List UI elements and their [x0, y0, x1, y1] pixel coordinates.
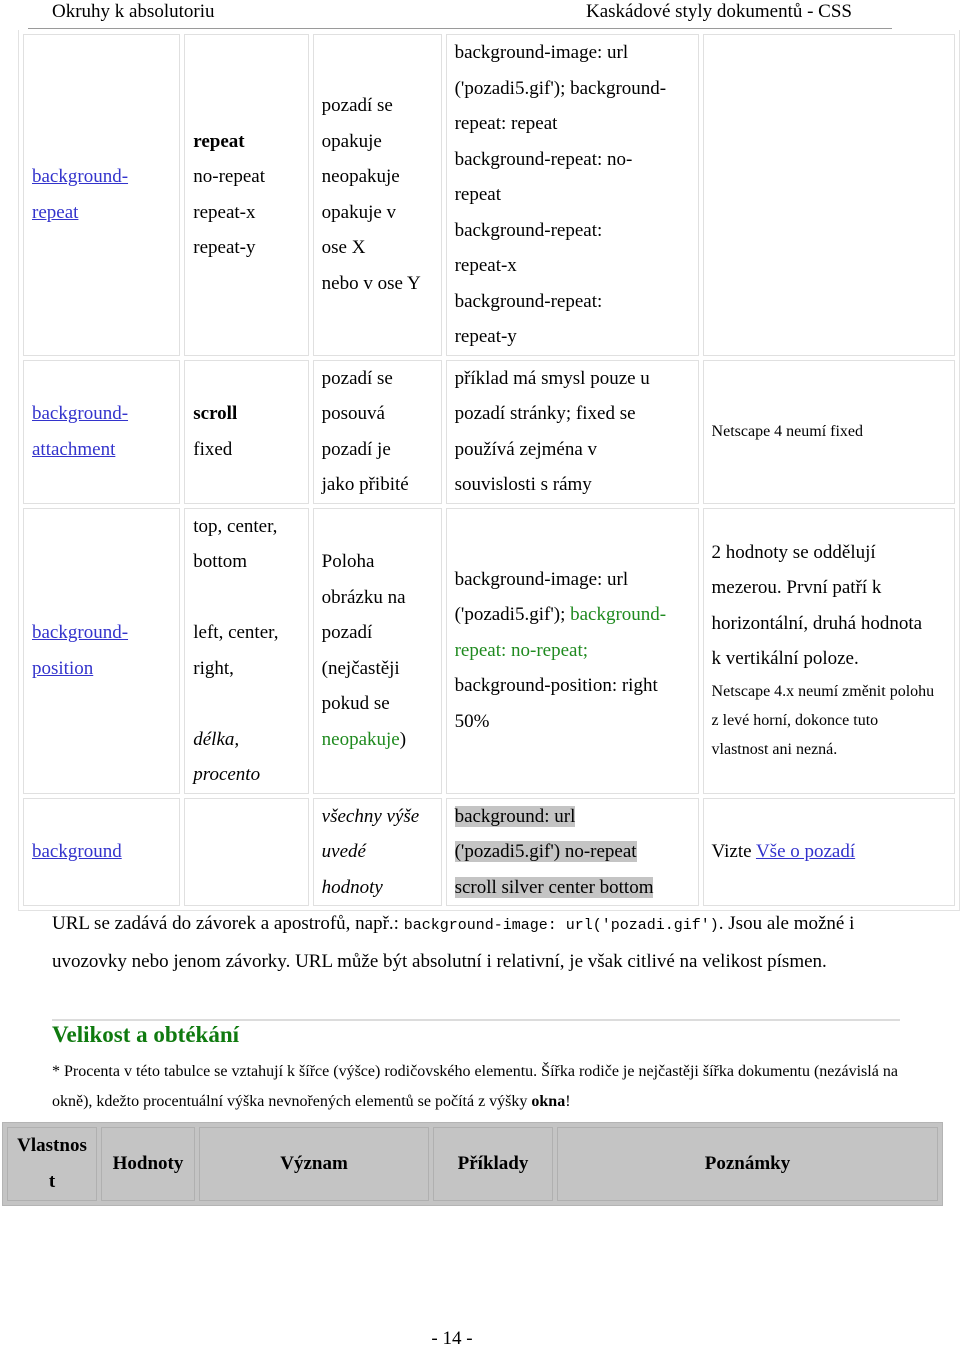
example-cell: background-image: url ('pozadi5.gif'); b…	[445, 507, 699, 794]
column-header: Příklady	[433, 1127, 553, 1201]
property-link-background[interactable]: background	[32, 841, 122, 862]
meaning-cell: pozadí se posouvá pozadí je jako přibité	[312, 359, 442, 504]
url-paragraph: URL se zadává do závorek a apostrofů, na…	[52, 913, 855, 972]
property-cell: background-attachment	[23, 359, 181, 504]
property-cell: background-position	[23, 507, 181, 794]
next-table-header: Vlastnos t Hodnoty Význam Příklady Poznám…	[2, 1122, 943, 1206]
link-vse-o-pozadi[interactable]: Vše o pozadí	[756, 841, 855, 862]
percentage-note: * Procenta v této tabulce se vztahují k …	[52, 1063, 898, 1110]
section-heading: Velikost a obtékání	[52, 1022, 240, 1047]
values-cell	[184, 797, 309, 906]
meaning-cell: všechny výše uvedé hodnoty	[312, 797, 442, 906]
property-link-background-position[interactable]: background-position	[32, 622, 128, 679]
values-cell: top, center, bottom left, center, right,…	[184, 507, 309, 794]
note-cell	[702, 34, 955, 356]
values-cell: scroll fixed	[184, 359, 309, 504]
note-cell: Netscape 4 neumí fixed	[702, 359, 955, 504]
table-row: background-attachment scroll fixed pozad…	[23, 359, 955, 504]
value-text: no-repeat	[193, 166, 265, 188]
header-left-title: Okruhy k absolutoriu	[52, 1, 215, 22]
value-text: repeat-x	[193, 201, 256, 223]
example-cell: background-image: url ('pozadi5.gif'); b…	[445, 34, 699, 356]
values-cell: repeat no-repeat repeat-x repeat-y	[184, 34, 309, 356]
value-text: repeat	[193, 130, 245, 152]
table-row: background všechny výše uvedé hodnoty ba…	[23, 797, 955, 906]
column-header: Hodnoty	[101, 1127, 195, 1201]
meaning-cell: pozadí se opakuje neopakuje opakuje v os…	[312, 34, 442, 356]
header-right-title: Kaskádové styly dokumentů - CSS	[586, 1, 852, 22]
table-row: background-repeat repeat no-repeat repea…	[23, 34, 955, 356]
column-header: Poznámky	[557, 1127, 938, 1201]
table-row: background-position top, center, bottom …	[23, 507, 955, 794]
page-number: - 14 -	[431, 1328, 473, 1349]
page-header: Okruhy k absolutoriu Kaskádové styly dok…	[28, 0, 892, 29]
property-link-background-repeat[interactable]: background-repeat	[32, 166, 128, 223]
column-header: Vlastnos t	[7, 1127, 97, 1201]
property-cell: background-repeat	[23, 34, 181, 356]
value-text: fixed	[193, 438, 233, 460]
property-cell: background	[23, 797, 181, 906]
note-cell: Vizte Vše o pozadí	[702, 797, 955, 906]
code-sample: background-image: url('pozadi.gif')	[403, 917, 719, 934]
example-cell: příklad má smysl pouze u pozadí stránky;…	[445, 359, 699, 504]
css-properties-table: background-repeat repeat no-repeat repea…	[18, 30, 960, 911]
meaning-cell: Poloha obrázku na pozadí (nejčastěji pok…	[312, 507, 442, 794]
value-text: scroll	[193, 403, 238, 424]
column-header: Význam	[199, 1127, 429, 1201]
property-link-background-attachment[interactable]: background-attachment	[32, 403, 128, 460]
value-text: repeat-y	[193, 237, 256, 259]
example-cell: background: url ('pozadi5.gif') no-repea…	[445, 797, 699, 906]
note-cell: 2 hodnoty se oddělují mezerou. První pat…	[702, 507, 955, 794]
